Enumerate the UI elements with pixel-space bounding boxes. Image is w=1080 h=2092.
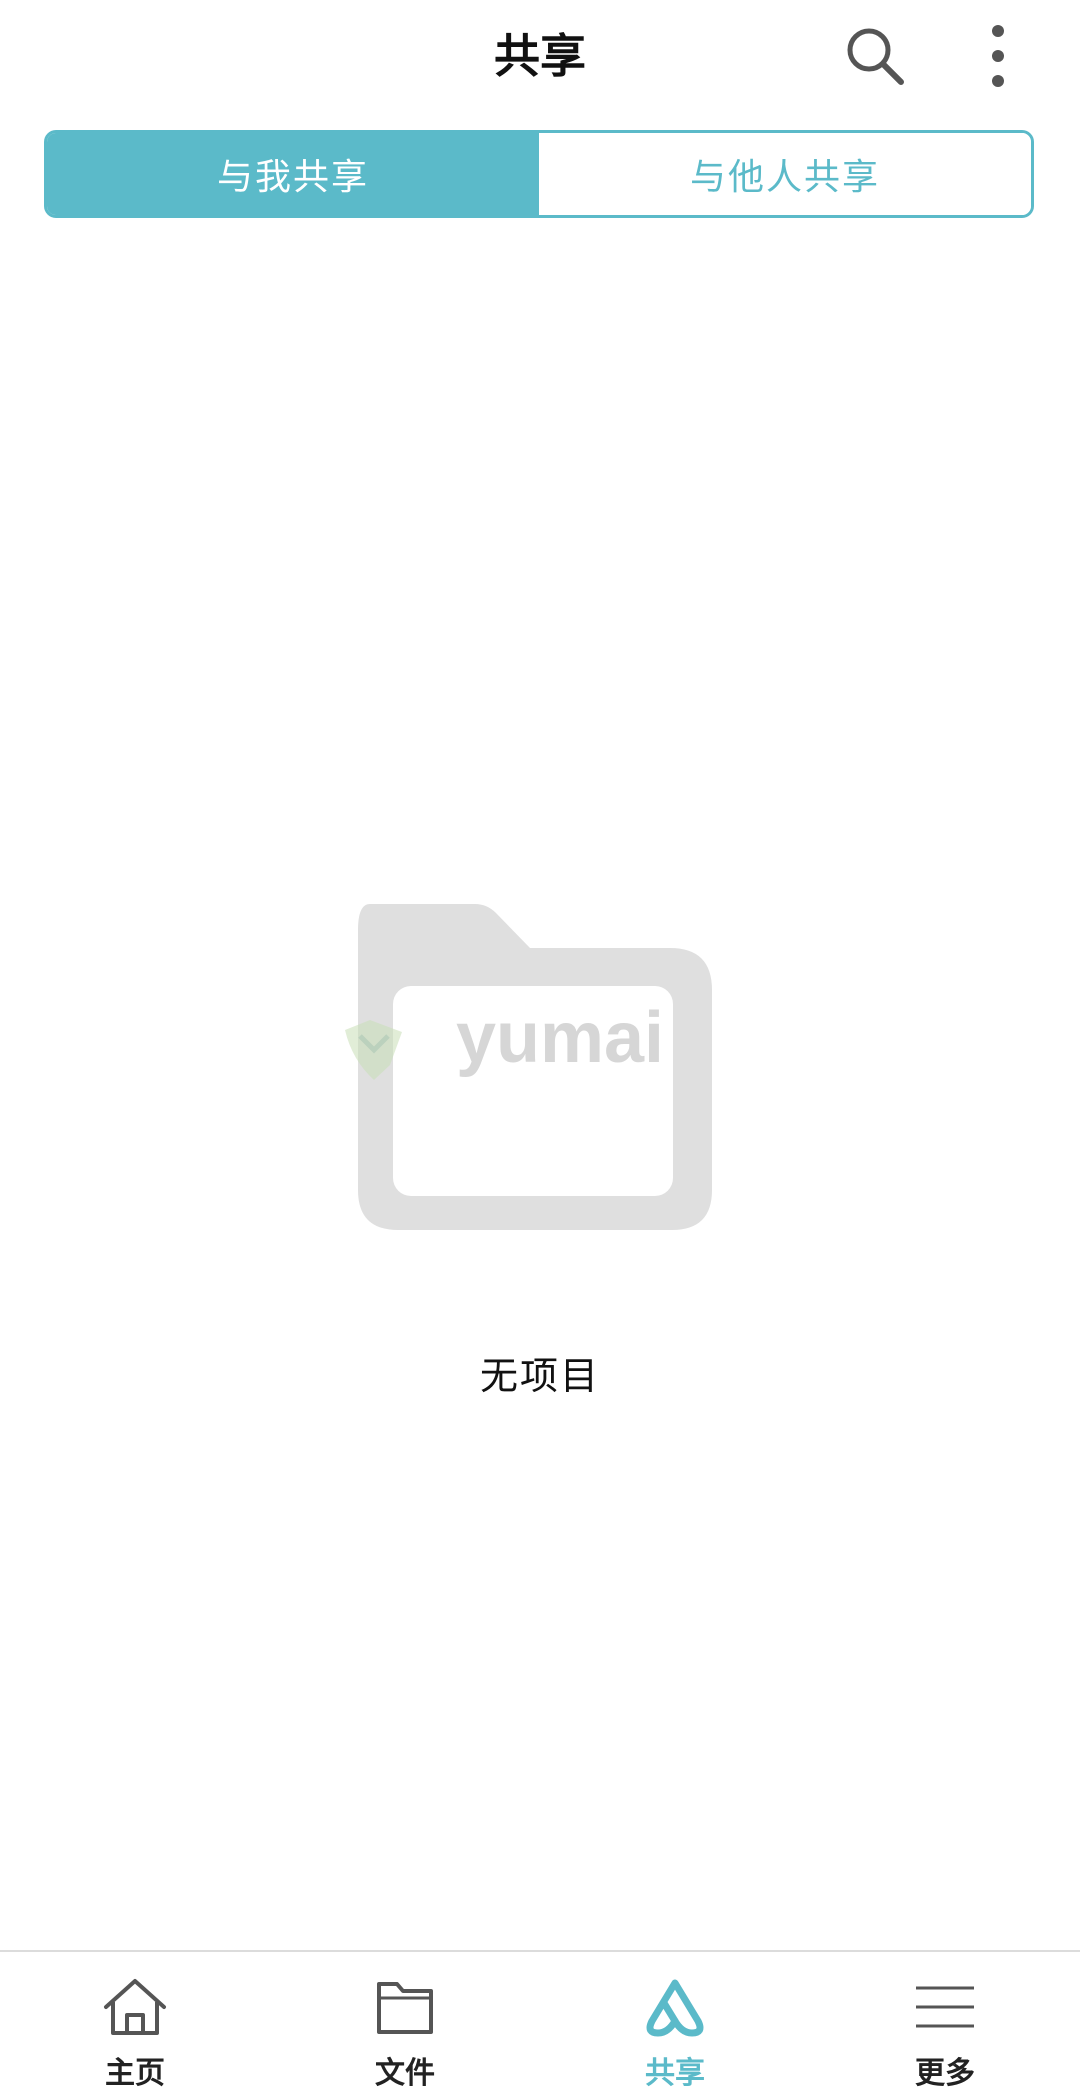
tab-shared-with-others[interactable]: 与他人共享 — [539, 133, 1031, 215]
tab-shared-with-me[interactable]: 与我共享 — [47, 133, 539, 215]
nav-label-files: 文件 — [375, 2056, 435, 2091]
nav-item-files[interactable]: 文件 — [270, 1952, 540, 2092]
menu-icon — [910, 1974, 980, 2040]
top-app-bar: 共享 — [0, 0, 1080, 116]
empty-state-message: 无项目 — [479, 1354, 600, 1398]
share-tabs: 与我共享 与他人共享 — [44, 130, 1034, 218]
nav-item-home[interactable]: 主页 — [0, 1952, 270, 2092]
more-options-button[interactable] — [958, 16, 1038, 96]
folder-icon — [370, 1974, 440, 2040]
watermark-text: yumai — [456, 998, 664, 1078]
home-icon — [100, 1974, 170, 2040]
empty-state-illustration: yumai — [340, 890, 740, 1240]
folder-icon: yumai — [345, 904, 712, 1230]
search-icon — [847, 28, 904, 85]
page-title: 共享 — [494, 29, 586, 83]
nav-label-more: 更多 — [915, 2056, 975, 2091]
share-icon — [640, 1974, 710, 2040]
more-vertical-icon — [992, 25, 1004, 87]
nav-label-home: 主页 — [105, 2056, 165, 2091]
bottom-navigation: 主页 文件 共享 更多 — [0, 1950, 1080, 2092]
nav-label-share: 共享 — [645, 2056, 705, 2091]
search-button[interactable] — [835, 16, 915, 96]
nav-item-share[interactable]: 共享 — [540, 1952, 810, 2092]
nav-item-more[interactable]: 更多 — [810, 1952, 1080, 2092]
